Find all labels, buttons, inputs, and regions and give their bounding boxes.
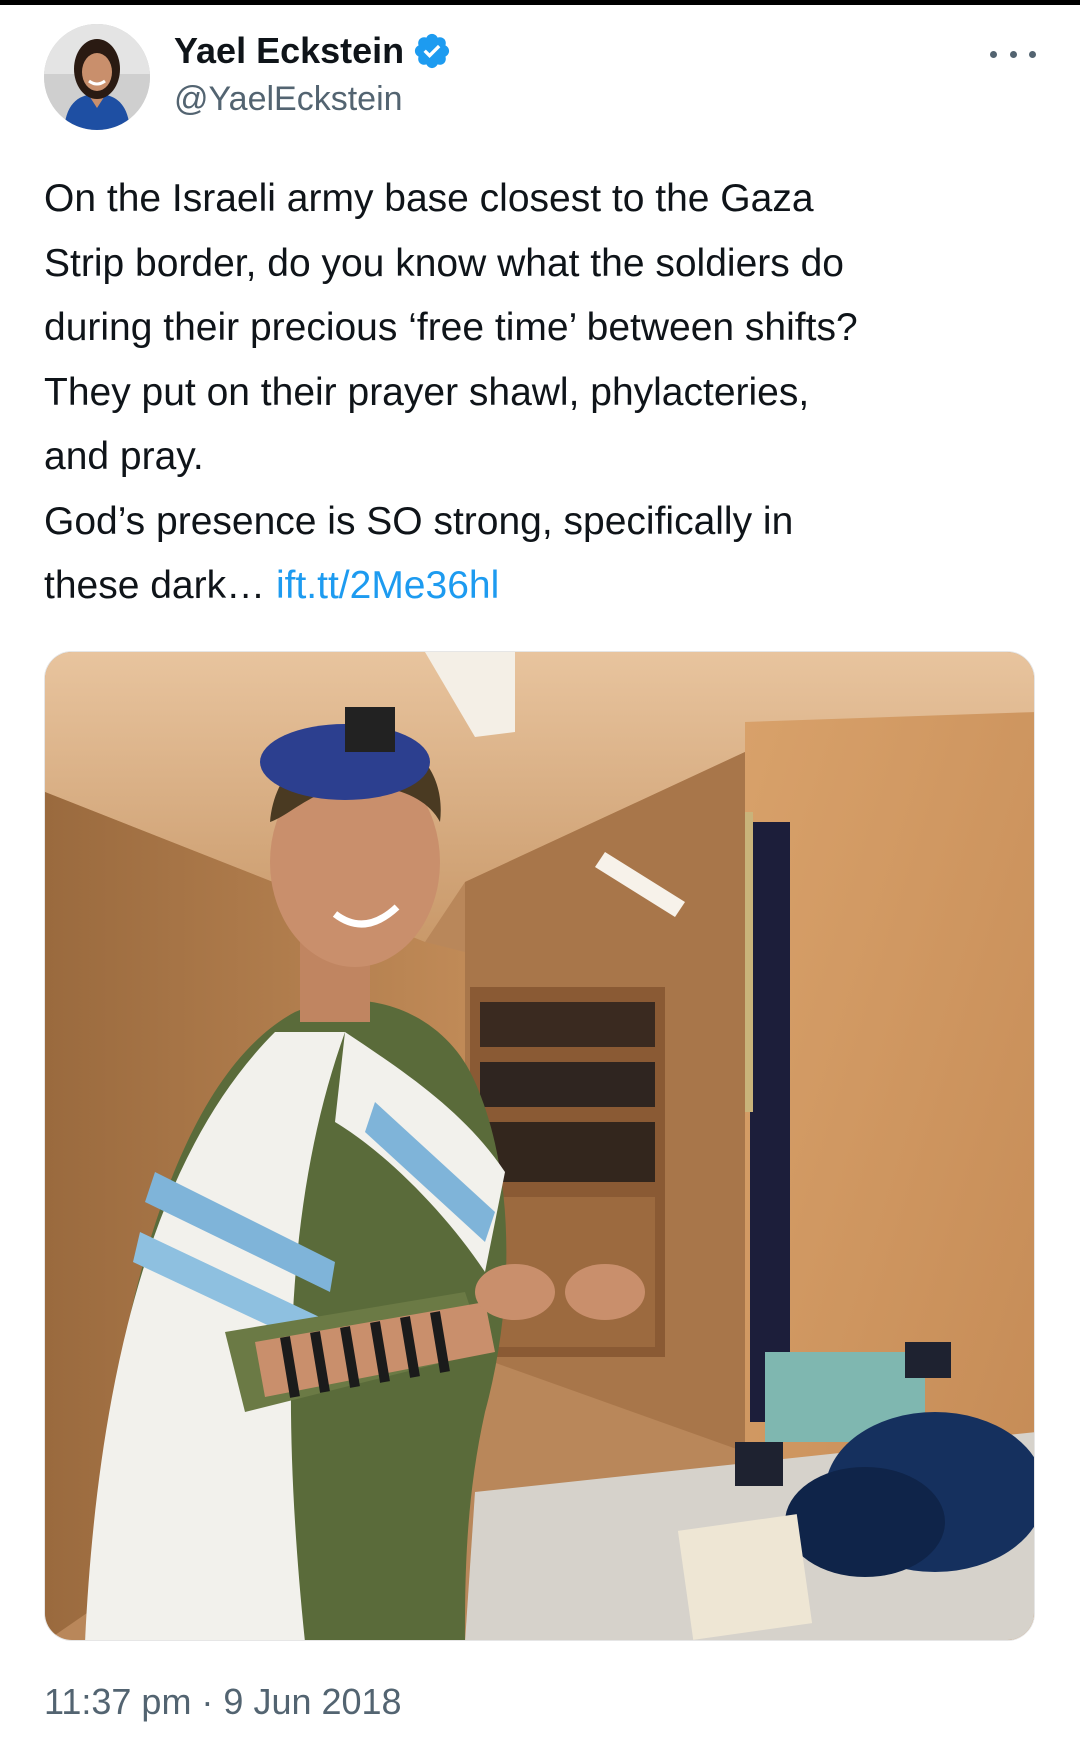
author-handle[interactable]: @YaelEckstein	[174, 80, 403, 119]
tweet-line: On the Israeli army base closest to the …	[44, 177, 814, 220]
tweet-line: Strip border, do you know what the soldi…	[44, 241, 844, 285]
tweet-line: They put on their prayer shawl, phylacte…	[44, 370, 810, 414]
tweet-last-line: these dark… ift.tt/2Me36hl	[44, 554, 1034, 619]
more-dot	[990, 50, 997, 58]
more-dot	[1029, 50, 1036, 58]
author-name[interactable]: Yael Eckstein	[174, 30, 404, 72]
avatar[interactable]	[44, 24, 150, 130]
avatar-image	[44, 24, 150, 130]
tweet-line: and pray.	[44, 435, 204, 478]
tweet-header: Yael Eckstein @YaelEckstein	[44, 24, 1036, 132]
author-name-row: Yael Eckstein	[174, 26, 452, 76]
tweet-timestamp[interactable]: 11:37 pm · 9 Jun 2018	[44, 1681, 402, 1723]
photo-soldier-praying	[45, 652, 1034, 1640]
tweet-line: these dark…	[44, 564, 266, 607]
verified-badge-icon	[415, 33, 450, 69]
more-dot	[1009, 50, 1017, 58]
tweet-text: On the Israeli army base closest to the …	[44, 167, 1034, 619]
more-options-icon[interactable]	[990, 44, 1036, 64]
tweet-photo[interactable]	[44, 651, 1035, 1641]
tweet-link[interactable]: ift.tt/2Me36hl	[276, 564, 499, 607]
tweet-line: God’s presence is SO strong, specificall…	[44, 499, 794, 543]
tweet-line: during their precious ‘free time’ betwee…	[44, 306, 858, 349]
top-edge-bar	[0, 0, 1080, 5]
